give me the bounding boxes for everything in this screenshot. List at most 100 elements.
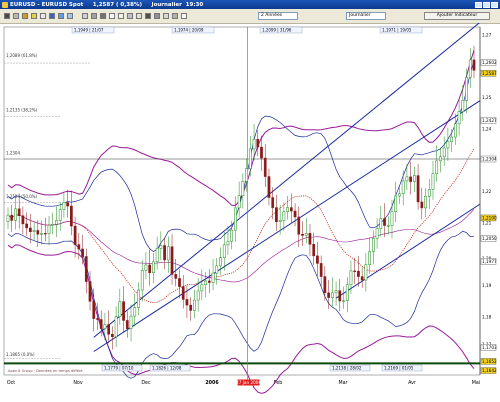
toolbar-tool-icon[interactable] (49, 13, 55, 19)
candle-body (241, 180, 245, 196)
watermark-text: Apex 8 Group · Données en temps différé (8, 369, 83, 373)
y-tick-label: 1,1977 (482, 259, 497, 264)
toolbar-tool-icon[interactable] (109, 13, 115, 19)
candle-body (14, 208, 17, 221)
candle-body (159, 245, 163, 249)
toolbar-tool-icon[interactable] (40, 13, 46, 19)
close-icon[interactable] (491, 1, 498, 8)
candle-body (32, 230, 36, 232)
y-tick-label: 1,2602 (482, 60, 497, 65)
toolbar-tool-icon[interactable] (13, 13, 19, 19)
toolbar-tool-icon[interactable] (91, 13, 97, 19)
candle-body (77, 244, 81, 250)
toolbar-tool-icon[interactable] (181, 13, 187, 19)
fib-level-label: 1,2124 (50,0%) (6, 194, 38, 199)
candle-body (163, 245, 166, 261)
y-tick-label: 1,21 (482, 221, 492, 226)
toolbar-tool-icon[interactable] (100, 13, 106, 19)
toolbar: 2 Années Journalier Ajouter Indicateur (0, 9, 500, 24)
candle-body (275, 207, 278, 222)
toolbar-tool-icon[interactable] (22, 13, 28, 19)
toolbar-tool-icon[interactable] (163, 13, 169, 19)
candle-body (6, 214, 10, 222)
fib-level-label: 1,2089 (61,8%) (6, 53, 38, 58)
candle-body (330, 292, 334, 298)
toolbar-tool-icon[interactable] (118, 13, 124, 19)
candle-body (260, 146, 263, 159)
toolbar-tool-icon[interactable] (67, 13, 73, 19)
candle-body (222, 244, 226, 258)
candle-body (200, 284, 204, 292)
candle-body (353, 270, 357, 272)
y-tick-label: 1,25 (482, 95, 492, 100)
candle-body (207, 280, 211, 283)
candle-body (62, 202, 66, 211)
y-tick-label: 1,27 (482, 32, 492, 37)
maximize-icon[interactable] (483, 1, 490, 8)
candle-body (125, 320, 129, 329)
candle-body (334, 290, 338, 294)
candle-body (327, 292, 330, 298)
toolbar-tool-icon[interactable] (172, 13, 178, 19)
candle-body (66, 202, 69, 207)
candle-body (73, 225, 77, 245)
candle-body (427, 189, 431, 197)
candle-body (137, 289, 140, 308)
toolbar-tool-icon[interactable] (82, 13, 88, 19)
y-tick-label: 1,1652 (482, 359, 497, 364)
candle-body (55, 220, 58, 225)
x-tick-label: Oct (7, 380, 15, 386)
candle-body (152, 261, 155, 274)
period-select[interactable]: 2 Années (258, 12, 298, 20)
y-tick-label: 1,18 (482, 315, 492, 320)
candle-body (211, 272, 215, 283)
y-tick-label: 1,2587 (482, 71, 497, 76)
candle-body (304, 233, 308, 236)
candle-body (204, 280, 207, 285)
candle-body (122, 301, 125, 321)
candle-body (465, 77, 468, 101)
y-tick-label: 1,2100 (482, 216, 497, 221)
y-tick-label: 1,2050 (482, 236, 497, 241)
candle-body (263, 157, 267, 177)
candle-body (256, 138, 260, 148)
toolbar-tool-icon[interactable] (127, 13, 133, 19)
candle-body (308, 233, 312, 245)
candle-body (379, 218, 383, 229)
candle-body (446, 141, 450, 149)
toolbar-tool-icon[interactable] (136, 13, 142, 19)
window-title: EURUSD - EURUSD Spot 1,2587 ( 0,38%) Jou… (10, 1, 204, 8)
toolbar-tool-icon[interactable] (154, 13, 160, 19)
candle-body (234, 207, 237, 231)
toolbar-tool-icon[interactable] (58, 13, 64, 19)
candle-body (10, 214, 14, 221)
price-chart[interactable]: 1,1949 | 21/07 1,1974 | 20/09 1,2099 | 31/… (0, 21, 500, 400)
toolbar-tool-icon[interactable] (145, 13, 151, 19)
minimize-icon[interactable] (475, 1, 482, 8)
candle-body (319, 263, 323, 277)
candle-body (185, 299, 189, 306)
toolbar-tool-icon[interactable] (4, 13, 10, 19)
chart-svg[interactable]: 1,1949 | 21/07 1,1974 | 20/09 1,2099 | 31/… (0, 21, 500, 400)
candle-body (181, 286, 185, 300)
level-label: 1,2304 (6, 151, 20, 156)
candle-body (166, 246, 170, 261)
add-indicator-button[interactable]: Ajouter Indicateur (424, 12, 490, 20)
candle-body (461, 100, 465, 112)
y-tick-label: 1,22 (482, 189, 492, 194)
bottom-info-label: 1,2138 | 28/02 (332, 366, 362, 371)
x-tick-label: Mai (472, 380, 480, 386)
candle-body (271, 197, 275, 208)
candle-body (450, 136, 453, 142)
toolbar-tool-icon[interactable] (31, 13, 37, 19)
candle-body (51, 223, 55, 226)
timeframe-select[interactable]: Journalier (346, 12, 386, 20)
candle-body (282, 211, 286, 221)
x-tick-label: 2006 (205, 380, 219, 386)
candle-body (155, 248, 159, 263)
y-tick-label: 1,1642 (482, 368, 497, 373)
candle-body (371, 238, 375, 252)
candle-body (178, 278, 181, 287)
candle-body (442, 147, 446, 158)
candle-body (84, 256, 88, 282)
